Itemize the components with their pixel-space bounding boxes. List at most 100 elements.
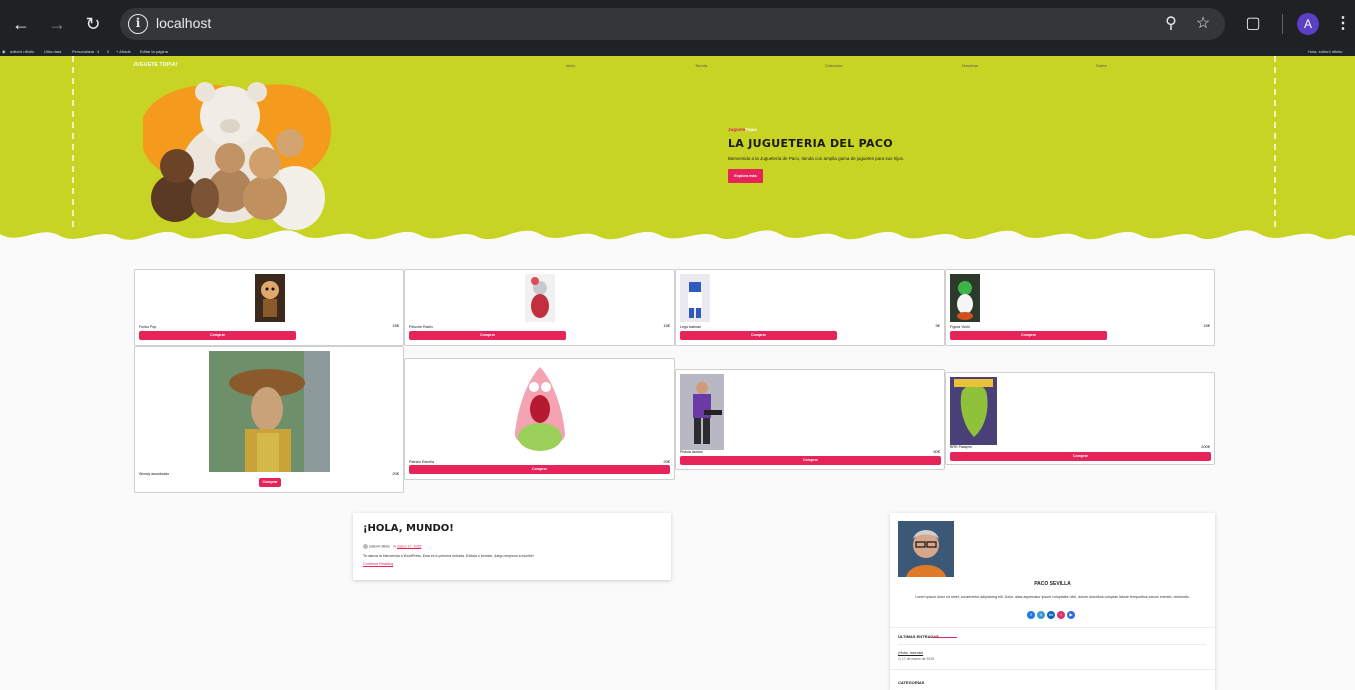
- product-name: Peluche Ratón: [409, 325, 433, 329]
- buy-button[interactable]: Comprar: [409, 331, 566, 340]
- hero-eyebrow: JugueteTopia: [728, 127, 757, 132]
- product-image: [209, 351, 330, 472]
- linkedin-icon[interactable]: in: [1047, 611, 1055, 619]
- nav-item-sobre[interactable]: Sobre: [1096, 63, 1107, 68]
- wp-logo-icon[interactable]: ◉: [2, 48, 6, 56]
- product-image: [525, 274, 555, 322]
- product-price: 50€: [933, 449, 940, 454]
- widget-separator: [890, 627, 1215, 628]
- product-price: 15€: [663, 323, 670, 328]
- zoom-icon[interactable]: ⚲: [1161, 14, 1181, 34]
- browser-toolbar: ← → ↻ i localhost ⚲ ☆ ▢ A ⋮: [0, 0, 1355, 48]
- buy-button[interactable]: Comprar: [259, 478, 281, 487]
- buy-button[interactable]: Comprar: [680, 331, 837, 340]
- calendar-icon: ◷: [898, 657, 901, 661]
- latest-post-link[interactable]: ¡Hola, mundo!: [898, 650, 923, 655]
- product-name: Figura Yoshi: [950, 325, 970, 329]
- product-price: 15€: [392, 323, 399, 328]
- site-logo[interactable]: JUGUETE TOPIA!: [133, 62, 178, 68]
- author-photo: [898, 521, 954, 577]
- adminbar-item[interactable]: 4: [97, 48, 99, 56]
- twitter-icon[interactable]: t: [1037, 611, 1045, 619]
- address-bar[interactable]: i localhost ⚲ ☆: [120, 8, 1225, 40]
- adminbar-item[interactable]: + Añadir: [116, 48, 131, 56]
- product-price: 15€: [1203, 323, 1210, 328]
- sidebar: PACO SEVILLA Lorem ipsum dolor sit amet,…: [890, 513, 1215, 690]
- product-name: Pistola dardos: [680, 450, 703, 454]
- adminbar-item[interactable]: editor4 nfinito: [10, 48, 34, 56]
- nav-item-inicio[interactable]: Inicio: [566, 63, 575, 68]
- post-author[interactable]: editor4 nfinito: [369, 544, 390, 548]
- product-card: Woody asombrado 20€ Comprar: [134, 346, 404, 493]
- hero-eyebrow-part-b: Topia: [745, 127, 757, 132]
- product-card: Funko Pop 15€ Comprar: [134, 269, 404, 346]
- product-card: Lego batman 5€ Comprar: [675, 269, 945, 346]
- facebook-icon[interactable]: f: [1027, 611, 1035, 619]
- product-price: 20€: [663, 459, 670, 464]
- blog-post-card: ¡HOLA, MUNDO! editor4 nfinito ◷ marzo 17…: [353, 513, 671, 580]
- hero-cta-button[interactable]: Explora más: [728, 169, 763, 183]
- buy-button[interactable]: Comprar: [950, 331, 1107, 340]
- product-card: Figura Yoshi 15€ Comprar: [945, 269, 1215, 346]
- hero-eyebrow-part-a: Juguete: [728, 127, 746, 132]
- product-image: [255, 274, 285, 322]
- post-excerpt: Te damos la bienvenida a WordPress. Esta…: [363, 554, 534, 558]
- adminbar-item[interactable]: Editar la página: [140, 48, 168, 56]
- adminbar-item[interactable]: Personalizar: [72, 48, 94, 56]
- buy-button[interactable]: Comprar: [409, 465, 670, 474]
- buy-button[interactable]: Comprar: [680, 456, 941, 465]
- nav-item-coleccion[interactable]: Colección: [825, 63, 843, 68]
- hero-text: Bienvenido a la Juguetería de Paco, tien…: [728, 156, 905, 161]
- back-icon[interactable]: ←: [9, 12, 33, 36]
- widget-title-underline: [931, 637, 957, 638]
- calendar-icon: ◷: [392, 544, 396, 549]
- widget-separator: [898, 644, 1206, 645]
- extensions-icon[interactable]: ▢: [1241, 12, 1265, 36]
- latest-post-date: ◷ 17 de marzo de 2025: [898, 657, 934, 661]
- buy-button[interactable]: Comprar: [139, 331, 296, 340]
- post-meta: editor4 nfinito ◷ marzo 17, 2025: [363, 544, 421, 549]
- adminbar-item[interactable]: Ultra data: [44, 48, 61, 56]
- nav-item-nosotros[interactable]: Nosotros: [962, 63, 978, 68]
- product-price: 200€: [1201, 444, 1210, 449]
- product-image: [680, 274, 710, 322]
- author-avatar-icon: [363, 544, 368, 549]
- nav-item-tienda[interactable]: Tienda: [695, 63, 707, 68]
- menu-kebab-icon[interactable]: ⋮: [1331, 12, 1355, 36]
- wp-admin-bar: ◉ editor4 nfinito Ultra data Personaliza…: [0, 48, 1355, 56]
- product-name: BRR Patapim: [950, 445, 972, 449]
- buy-button[interactable]: Comprar: [950, 452, 1211, 461]
- product-name: Patricio Estrella: [409, 460, 434, 464]
- teddy-bears-image: [143, 82, 332, 230]
- product-card: Patricio Estrella 20€ Comprar: [404, 358, 675, 480]
- categories-title: CATEGORÍAS: [898, 680, 925, 685]
- product-image: [503, 363, 577, 459]
- adminbar-item[interactable]: 0: [107, 48, 109, 56]
- youtube-icon[interactable]: ▶: [1067, 611, 1075, 619]
- bookmark-star-icon[interactable]: ☆: [1193, 14, 1213, 34]
- reload-icon[interactable]: ↻: [81, 12, 105, 36]
- author-name: PACO SEVILLA: [1034, 581, 1071, 587]
- widget-separator: [890, 669, 1215, 670]
- hero-title: LA JUGUETERIA DEL PACO: [728, 137, 893, 150]
- post-date[interactable]: marzo 17, 2025: [397, 544, 421, 548]
- forward-icon[interactable]: →: [45, 12, 69, 36]
- product-card: BRR Patapim 200€ Comprar: [945, 372, 1215, 465]
- author-bio: Lorem ipsum dolor sit amet, consectetur …: [915, 595, 1190, 599]
- product-price: 20€: [392, 471, 399, 476]
- product-name: Funko Pop: [139, 325, 157, 329]
- toolbar-divider: [1282, 14, 1283, 34]
- url-text: localhost: [156, 15, 212, 31]
- profile-avatar[interactable]: A: [1297, 13, 1319, 35]
- post-title[interactable]: ¡HOLA, MUNDO!: [363, 523, 454, 534]
- product-image: [950, 377, 997, 445]
- product-card: Pistola dardos 50€ Comprar: [675, 369, 945, 470]
- product-name: Lego batman: [680, 325, 701, 329]
- product-price: 5€: [935, 323, 940, 328]
- latest-post-date-text: 17 de marzo de 2025: [901, 657, 934, 661]
- product-image: [680, 374, 724, 450]
- adminbar-account[interactable]: Hola, editor4 nfinito: [1308, 48, 1342, 56]
- instagram-icon[interactable]: ○: [1057, 611, 1065, 619]
- site-info-icon[interactable]: i: [128, 14, 148, 34]
- continue-reading-link[interactable]: Continue Reading: [363, 562, 394, 567]
